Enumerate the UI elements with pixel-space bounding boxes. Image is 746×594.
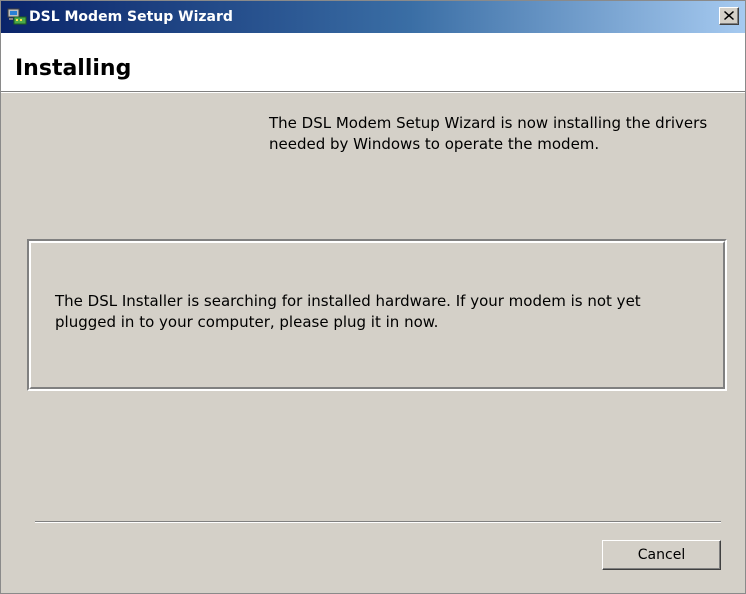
wizard-header: Installing [1,33,745,92]
close-icon [724,11,734,20]
cancel-button[interactable]: Cancel [602,540,721,570]
setup-wizard-window: DSL Modem Setup Wizard Installing The DS… [0,0,746,594]
page-title: Installing [15,56,132,81]
close-button[interactable] [719,7,739,25]
modem-computer-icon [7,8,27,26]
status-panel: The DSL Installer is searching for insta… [27,239,727,391]
header-divider [1,92,745,93]
footer-divider [35,521,721,523]
status-message: The DSL Installer is searching for insta… [55,292,641,331]
title-bar[interactable]: DSL Modem Setup Wizard [1,1,745,33]
window-title: DSL Modem Setup Wizard [29,9,233,25]
intro-text: The DSL Modem Setup Wizard is now instal… [269,114,708,153]
